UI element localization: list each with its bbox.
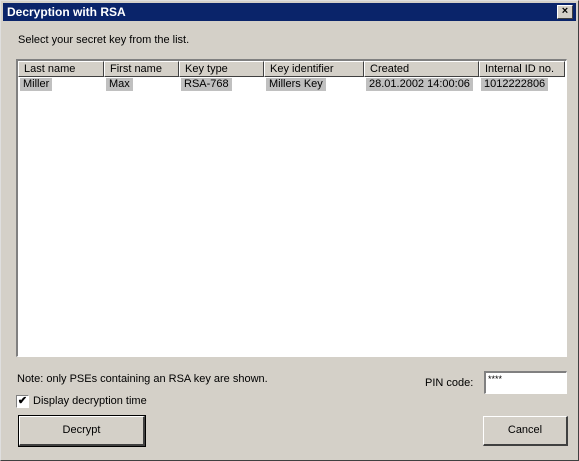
display-time-checkbox[interactable]: ✔	[16, 395, 29, 408]
table-row[interactable]: Miller Max RSA-768 Millers Key 28.01.200…	[18, 77, 565, 91]
pin-input[interactable]	[484, 371, 567, 394]
column-header-created[interactable]: Created	[364, 61, 479, 77]
close-button[interactable]: ×	[557, 5, 573, 19]
cancel-button[interactable]: Cancel	[483, 416, 568, 446]
close-icon: ×	[561, 5, 569, 17]
column-header-internal-id[interactable]: Internal ID no.	[479, 61, 565, 77]
cell-first-name: Max	[106, 78, 133, 91]
window-title: Decryption with RSA	[7, 5, 126, 19]
column-header-key-identifier[interactable]: Key identifier	[264, 61, 364, 77]
cancel-button-label: Cancel	[507, 424, 543, 436]
instruction-text: Select your secret key from the list.	[18, 34, 190, 46]
note-text: Note: only PSEs containing an RSA key ar…	[17, 373, 268, 385]
column-header-first-name[interactable]: First name	[104, 61, 179, 77]
cell-key-type: RSA-768	[181, 78, 232, 91]
checkmark-icon: ✔	[17, 395, 28, 407]
column-header-last-name[interactable]: Last name	[18, 61, 104, 77]
title-bar: Decryption with RSA ×	[3, 3, 576, 21]
cell-created: 28.01.2002 14:00:06	[366, 78, 473, 91]
list-header: Last name First name Key type Key identi…	[18, 61, 565, 77]
decryption-dialog: Decryption with RSA × Select your secret…	[0, 0, 579, 461]
column-header-key-type[interactable]: Key type	[179, 61, 264, 77]
key-list[interactable]: Last name First name Key type Key identi…	[16, 59, 567, 357]
cell-last-name: Miller	[20, 78, 53, 91]
decrypt-button-label: Decrypt	[62, 424, 101, 436]
decrypt-button[interactable]: Decrypt	[18, 415, 146, 447]
pin-label: PIN code:	[425, 377, 474, 389]
cell-key-identifier: Millers Key	[266, 78, 326, 91]
display-time-label[interactable]: Display decryption time	[33, 395, 147, 407]
cell-internal-id: 1012222806	[481, 78, 549, 91]
